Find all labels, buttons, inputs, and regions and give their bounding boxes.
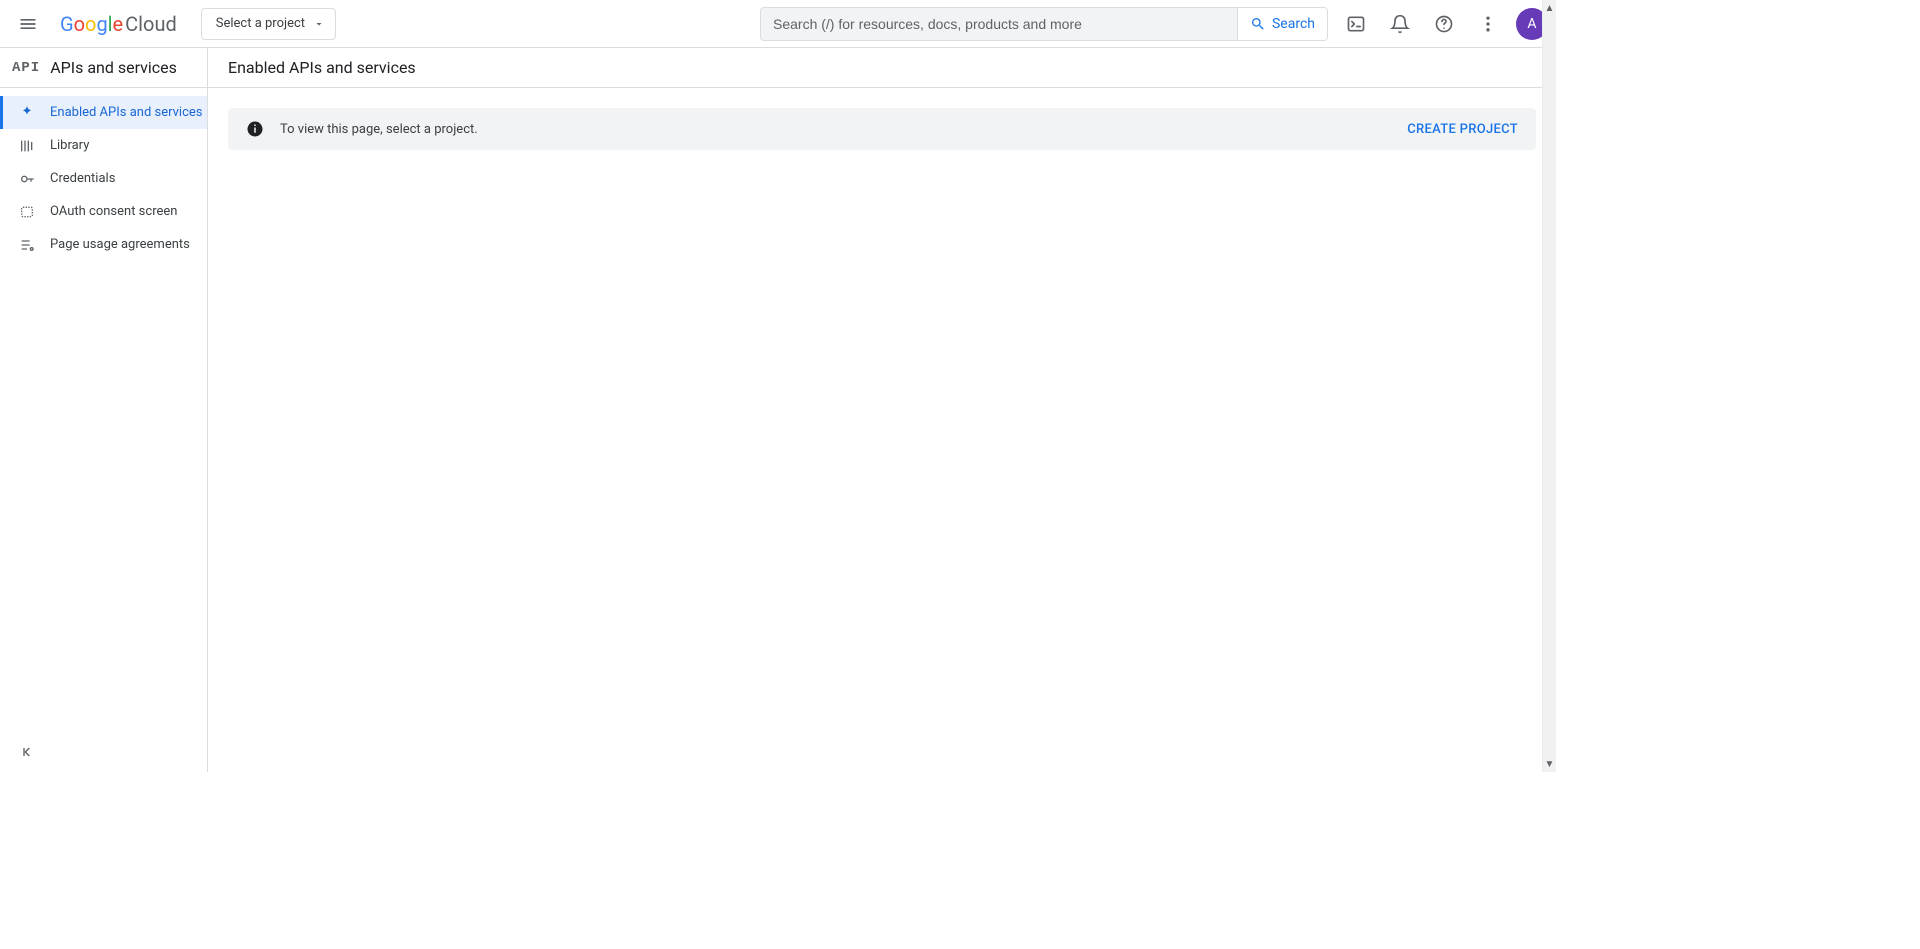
sidebar-item-credentials[interactable]: Credentials xyxy=(0,162,207,195)
chevron-down-icon xyxy=(313,18,325,30)
search-button-label: Search xyxy=(1272,16,1315,32)
more-button[interactable] xyxy=(1468,4,1508,44)
api-glyph-icon: API xyxy=(12,60,40,76)
section-header: API APIs and services Enabled APIs and s… xyxy=(0,48,1556,88)
chevron-left-icon xyxy=(20,744,36,760)
page-title-wrap: Enabled APIs and services xyxy=(208,48,1556,87)
header-right-icons: A xyxy=(1336,4,1548,44)
sidebar-item-label: Library xyxy=(50,138,89,153)
select-project-banner: To view this page, select a project. CRE… xyxy=(228,108,1536,150)
cloud-shell-button[interactable] xyxy=(1336,4,1376,44)
library-icon xyxy=(18,137,36,155)
info-icon xyxy=(246,120,264,138)
top-bar: Google Cloud Select a project Search A xyxy=(0,0,1556,48)
more-vert-icon xyxy=(1478,14,1498,34)
scroll-up-arrow[interactable]: ▲ xyxy=(1543,0,1556,16)
collapse-sidebar-button[interactable] xyxy=(14,738,42,766)
enabled-apis-icon xyxy=(18,104,36,122)
section-header-side: API APIs and services xyxy=(0,48,208,87)
scroll-down-arrow[interactable]: ▼ xyxy=(1543,756,1556,772)
sidebar-item-oauth[interactable]: OAuth consent screen xyxy=(0,195,207,228)
create-project-button[interactable]: CREATE PROJECT xyxy=(1407,122,1518,137)
project-picker[interactable]: Select a project xyxy=(201,8,336,40)
help-button[interactable] xyxy=(1424,4,1464,44)
sidebar-item-label: Enabled APIs and services xyxy=(50,105,203,120)
sidebar-item-enabled-apis[interactable]: Enabled APIs and services xyxy=(0,96,207,129)
sidebar-item-library[interactable]: Library xyxy=(0,129,207,162)
sidebar-item-agreements[interactable]: Page usage agreements xyxy=(0,228,207,261)
sidebar-nav: Enabled APIs and services Library Creden… xyxy=(0,88,207,261)
sidebar-item-label: Credentials xyxy=(50,171,115,186)
banner-message: To view this page, select a project. xyxy=(280,122,478,137)
nav-menu-button[interactable] xyxy=(8,4,48,44)
page-title: Enabled APIs and services xyxy=(228,58,416,77)
google-cloud-logo[interactable]: Google Cloud xyxy=(56,12,181,36)
search-input[interactable] xyxy=(761,8,1237,40)
agreements-icon xyxy=(18,236,36,254)
cloud-shell-icon xyxy=(1346,14,1366,34)
search-button[interactable]: Search xyxy=(1237,8,1327,40)
scrollbar[interactable]: ▲ ▼ xyxy=(1542,0,1556,772)
sidebar-item-label: Page usage agreements xyxy=(50,237,190,252)
body: Enabled APIs and services Library Creden… xyxy=(0,88,1556,772)
search-icon xyxy=(1250,16,1266,32)
search-box: Search xyxy=(760,7,1328,41)
help-icon xyxy=(1434,14,1454,34)
oauth-icon xyxy=(18,203,36,221)
main-content: To view this page, select a project. CRE… xyxy=(208,88,1556,772)
project-picker-label: Select a project xyxy=(216,16,305,31)
hamburger-icon xyxy=(18,14,38,34)
avatar-letter: A xyxy=(1527,16,1536,32)
logo-cloud-text: Cloud xyxy=(125,12,177,36)
sidebar-item-label: OAuth consent screen xyxy=(50,204,177,219)
credentials-icon xyxy=(18,170,36,188)
section-title: APIs and services xyxy=(50,58,177,77)
bell-icon xyxy=(1390,14,1410,34)
sidebar: Enabled APIs and services Library Creden… xyxy=(0,88,208,772)
notifications-button[interactable] xyxy=(1380,4,1420,44)
